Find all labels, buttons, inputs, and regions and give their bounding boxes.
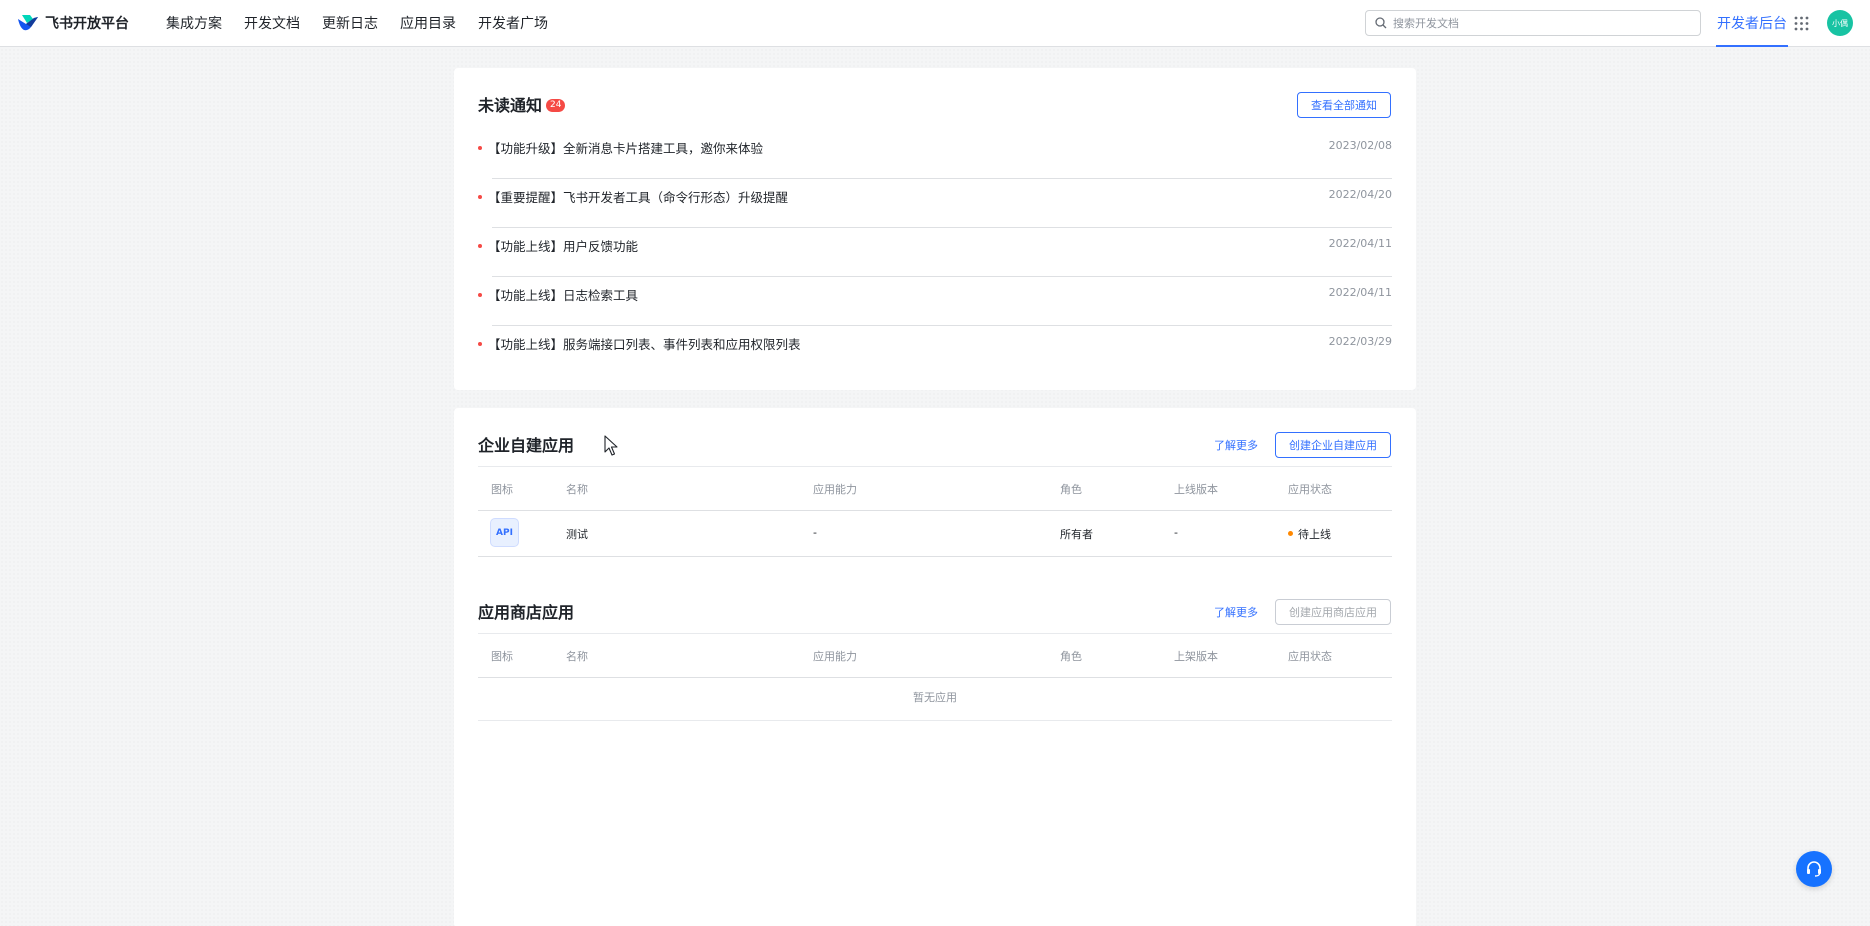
table-row[interactable]: API 测试 - 所有者 - 待上线 bbox=[478, 511, 1392, 557]
column-header: 图标 bbox=[491, 483, 513, 496]
apps-card: 企业自建应用 了解更多 创建企业自建应用 图标 名称 应用能力 角色 上线版本 … bbox=[454, 408, 1416, 926]
notice-item[interactable]: 【功能上线】服务端接口列表、事件列表和应用权限列表 2022/03/29 bbox=[478, 326, 1392, 375]
main-nav: 集成方案 开发文档 更新日志 应用目录 开发者广场 bbox=[166, 0, 570, 46]
status-dot bbox=[1288, 531, 1293, 536]
column-header: 名称 bbox=[566, 483, 588, 496]
column-header: 应用状态 bbox=[1288, 483, 1332, 496]
nav-changelog[interactable]: 更新日志 bbox=[322, 13, 378, 33]
app-capability: - bbox=[813, 526, 817, 539]
column-header: 上架版本 bbox=[1174, 650, 1218, 663]
notice-date: 2022/04/20 bbox=[1328, 188, 1392, 201]
store-apps-table: 图标 名称 应用能力 角色 上架版本 应用状态 暂无应用 bbox=[478, 633, 1392, 721]
nav-developer-plaza[interactable]: 开发者广场 bbox=[478, 13, 548, 33]
unread-dot bbox=[478, 244, 482, 248]
notice-item[interactable]: 【功能升级】全新消息卡片搭建工具，邀你来体验 2023/02/08 bbox=[478, 130, 1392, 179]
nav-app-directory[interactable]: 应用目录 bbox=[400, 13, 456, 33]
nav-dev-docs[interactable]: 开发文档 bbox=[244, 13, 300, 33]
search-box[interactable] bbox=[1365, 10, 1701, 36]
column-header: 应用能力 bbox=[813, 483, 857, 496]
unread-count-badge: 24 bbox=[546, 99, 566, 112]
create-enterprise-app-button[interactable]: 创建企业自建应用 bbox=[1275, 432, 1391, 458]
column-header: 应用状态 bbox=[1288, 650, 1332, 663]
top-navigation-bar: 飞书开放平台 集成方案 开发文档 更新日志 应用目录 开发者广场 开发者后台 小… bbox=[0, 0, 1870, 47]
notice-title[interactable]: 【功能上线】日志检索工具 bbox=[488, 285, 638, 304]
app-name[interactable]: 测试 bbox=[566, 526, 588, 542]
api-app-icon: API bbox=[490, 518, 519, 547]
mouse-cursor-icon bbox=[604, 435, 618, 456]
brand-logo[interactable]: 飞书开放平台 bbox=[17, 12, 129, 34]
status-text: 待上线 bbox=[1298, 528, 1331, 541]
empty-state: 暂无应用 bbox=[478, 678, 1392, 721]
notice-title[interactable]: 【重要提醒】飞书开发者工具（命令行形态）升级提醒 bbox=[488, 187, 788, 206]
view-all-notices-button[interactable]: 查看全部通知 bbox=[1297, 92, 1391, 118]
notice-item[interactable]: 【功能上线】日志检索工具 2022/04/11 bbox=[478, 277, 1392, 326]
notices-title-text: 未读通知 bbox=[478, 96, 543, 115]
create-store-app-button[interactable]: 创建应用商店应用 bbox=[1275, 599, 1391, 625]
unread-notices-card: 未读通知 24 查看全部通知 【功能升级】全新消息卡片搭建工具，邀你来体验 202… bbox=[454, 68, 1416, 390]
unread-dot bbox=[478, 195, 482, 199]
help-support-button[interactable] bbox=[1796, 851, 1832, 887]
headset-icon bbox=[1807, 861, 1821, 877]
table-header: 图标 名称 应用能力 角色 上线版本 应用状态 bbox=[478, 466, 1392, 511]
column-header: 角色 bbox=[1060, 483, 1082, 496]
nav-integration-solutions[interactable]: 集成方案 bbox=[166, 13, 222, 33]
notice-title[interactable]: 【功能上线】服务端接口列表、事件列表和应用权限列表 bbox=[488, 334, 801, 353]
notice-title[interactable]: 【功能上线】用户反馈功能 bbox=[488, 236, 638, 255]
notice-title[interactable]: 【功能升级】全新消息卡片搭建工具，邀你来体验 bbox=[488, 138, 763, 157]
unread-dot bbox=[478, 293, 482, 297]
column-header: 应用能力 bbox=[813, 650, 857, 663]
app-status: 待上线 bbox=[1288, 526, 1331, 542]
column-header: 名称 bbox=[566, 650, 588, 663]
notice-item[interactable]: 【重要提醒】飞书开发者工具（命令行形态）升级提醒 2022/04/20 bbox=[478, 179, 1392, 228]
notice-list: 【功能升级】全新消息卡片搭建工具，邀你来体验 2023/02/08 【重要提醒】… bbox=[478, 130, 1392, 375]
notice-date: 2022/04/11 bbox=[1328, 286, 1392, 299]
column-header: 角色 bbox=[1060, 650, 1082, 663]
column-header: 图标 bbox=[491, 650, 513, 663]
notice-date: 2022/03/29 bbox=[1328, 335, 1392, 348]
developer-console-link[interactable]: 开发者后台 bbox=[1716, 0, 1788, 47]
app-role: 所有者 bbox=[1060, 528, 1093, 541]
search-input[interactable] bbox=[1393, 16, 1683, 30]
notice-date: 2023/02/08 bbox=[1328, 139, 1392, 152]
user-avatar[interactable]: 小偶 bbox=[1827, 10, 1853, 36]
app-grid-icon[interactable] bbox=[1794, 16, 1809, 31]
enterprise-learn-more-link[interactable]: 了解更多 bbox=[1214, 437, 1258, 453]
column-header: 上线版本 bbox=[1174, 483, 1218, 496]
unread-dot bbox=[478, 342, 482, 346]
store-learn-more-link[interactable]: 了解更多 bbox=[1214, 604, 1258, 620]
notice-date: 2022/04/11 bbox=[1328, 237, 1392, 250]
app-version: - bbox=[1174, 526, 1178, 539]
unread-dot bbox=[478, 146, 482, 150]
search-icon bbox=[1375, 17, 1387, 29]
enterprise-apps-table: 图标 名称 应用能力 角色 上线版本 应用状态 API 测试 - 所有者 - 待… bbox=[478, 466, 1392, 557]
enterprise-apps-title: 企业自建应用 bbox=[478, 436, 575, 455]
feishu-logo-icon bbox=[18, 15, 38, 31]
store-apps-title: 应用商店应用 bbox=[478, 603, 575, 622]
table-header: 图标 名称 应用能力 角色 上架版本 应用状态 bbox=[478, 633, 1392, 678]
brand-name: 飞书开放平台 bbox=[45, 16, 129, 32]
notice-item[interactable]: 【功能上线】用户反馈功能 2022/04/11 bbox=[478, 228, 1392, 277]
notices-title: 未读通知 24 bbox=[478, 92, 566, 116]
